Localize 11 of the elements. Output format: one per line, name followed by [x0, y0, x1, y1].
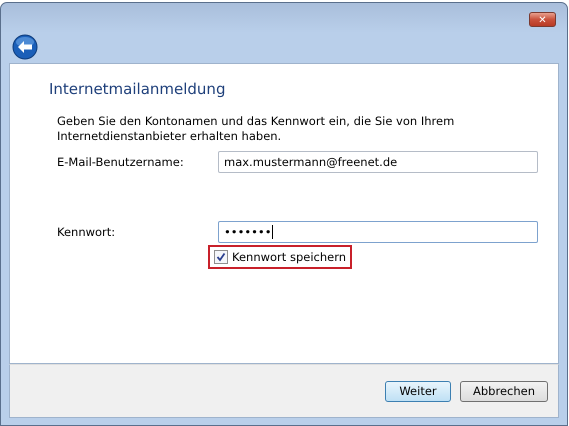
close-button[interactable]: ✕: [529, 12, 556, 27]
cancel-button[interactable]: Abbrechen: [460, 380, 548, 402]
next-button[interactable]: Weiter: [385, 380, 451, 402]
password-field[interactable]: •••••••: [218, 221, 538, 243]
checkbox-label[interactable]: Kennwort speichern: [232, 250, 346, 264]
checkbox[interactable]: [214, 250, 228, 264]
username-field[interactable]: max.mustermann@freenet.de: [218, 151, 538, 173]
dialog-heading: Internetmailanmeldung: [49, 80, 226, 98]
field-label: Kennwort:: [57, 225, 116, 239]
instruction-text: Geben Sie den Kontonamen und das Kennwort ein, die Sie von Ihrem Internetdienstanbieter erhalten haben.: [57, 114, 456, 144]
field-label: E-Mail-Benutzername:: [57, 155, 185, 169]
